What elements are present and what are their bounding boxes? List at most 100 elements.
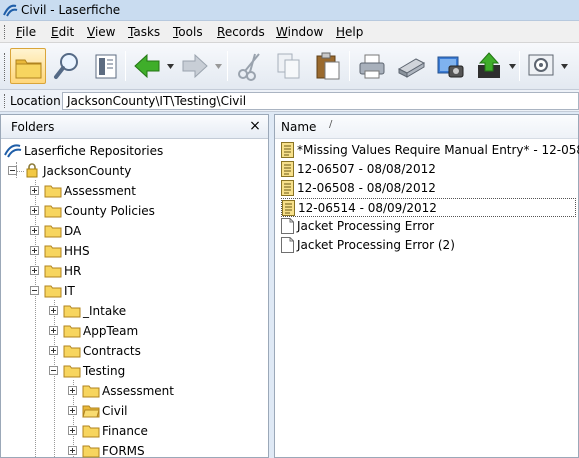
tree-expander[interactable]: [8, 166, 17, 175]
title-bar: Civil - Laserfiche: [0, 0, 579, 21]
tree-item-it[interactable]: IT: [4, 281, 264, 301]
toolbar-grip: [4, 53, 7, 81]
back-button[interactable]: [129, 48, 165, 84]
tree-expander[interactable]: [30, 226, 39, 235]
electronic-document-icon: [282, 200, 295, 216]
menu-help[interactable]: Help: [336, 25, 363, 39]
tree-expander[interactable]: [68, 446, 77, 455]
tree-expander[interactable]: [30, 206, 39, 215]
tree-item-label: DA: [64, 224, 82, 238]
snapshot-button[interactable]: [432, 48, 468, 84]
folder-browser-button[interactable]: [10, 48, 46, 84]
tree-item-label: HR: [64, 264, 82, 278]
tree-item-forms[interactable]: FORMS: [4, 441, 264, 458]
tree-expander[interactable]: [30, 266, 39, 275]
copy-button[interactable]: [271, 48, 307, 84]
chevron-down-icon[interactable]: [561, 64, 568, 70]
column-header-label: Name: [281, 120, 317, 134]
list-item[interactable]: *Missing Values Require Manual Entry* - …: [281, 141, 579, 160]
tree-item-testing[interactable]: Testing: [4, 361, 264, 381]
tree-item-da[interactable]: DA: [4, 221, 264, 241]
toolbar-separator: [519, 51, 520, 81]
tree-item-testing-assessment[interactable]: Assessment: [4, 381, 264, 401]
tree-expander[interactable]: [68, 386, 77, 395]
tree-item-jacksoncounty[interactable]: JacksonCounty: [4, 161, 264, 181]
list-item-label: 12-06508 - 08/08/2012: [297, 181, 436, 195]
menu-records[interactable]: Records: [217, 25, 265, 39]
folder-icon: [63, 325, 81, 338]
menu-view[interactable]: View: [87, 25, 115, 39]
tree-expander[interactable]: [49, 346, 58, 355]
electronic-document-icon: [281, 142, 294, 158]
tree-item-label: _Intake: [83, 304, 127, 318]
snapshot-icon: [437, 56, 464, 78]
list-item[interactable]: Jacket Processing Error: [281, 217, 576, 236]
tree-item-appteam[interactable]: AppTeam: [4, 321, 264, 341]
scan-button[interactable]: [393, 48, 429, 84]
forward-button[interactable]: [177, 48, 213, 84]
search-button[interactable]: [49, 48, 85, 84]
chevron-down-icon[interactable]: [509, 64, 516, 70]
menu-tasks[interactable]: Tasks: [128, 25, 160, 39]
cut-button[interactable]: [232, 48, 268, 84]
location-grip: [4, 94, 7, 108]
list-item[interactable]: Jacket Processing Error (2): [281, 236, 576, 255]
tree-item-label: Civil: [102, 404, 128, 418]
tree-item-intake[interactable]: _Intake: [4, 301, 264, 321]
print-icon: [359, 54, 385, 79]
tree-expander[interactable]: [30, 286, 39, 295]
paste-icon: [316, 52, 340, 80]
location-field[interactable]: JacksonCounty\IT\Testing\Civil: [62, 92, 579, 110]
menu-window[interactable]: Window: [276, 25, 323, 39]
tree-expander[interactable]: [30, 246, 39, 255]
window-title: Civil - Laserfiche: [21, 3, 121, 17]
sort-indicator-icon: /: [329, 119, 333, 130]
document-viewer-button[interactable]: [88, 48, 124, 84]
tree-item-civil[interactable]: Civil: [4, 401, 264, 421]
list-item-label: Jacket Processing Error: [297, 219, 435, 233]
list-item[interactable]: 12-06507 - 08/08/2012: [281, 160, 576, 179]
paste-button[interactable]: [310, 48, 346, 84]
tree-expander[interactable]: [49, 366, 58, 375]
menu-file[interactable]: File: [16, 25, 36, 39]
tree-item-label: County Policies: [64, 204, 155, 218]
folder-icon: [82, 445, 100, 458]
tree-item-assessment[interactable]: Assessment: [4, 181, 264, 201]
chevron-down-icon[interactable]: [215, 64, 222, 70]
tree-expander[interactable]: [49, 326, 58, 335]
tree-expander[interactable]: [68, 406, 77, 415]
import-button[interactable]: [471, 48, 507, 84]
tree-expander[interactable]: [30, 186, 39, 195]
folder-browser-icon: [15, 59, 42, 79]
tree-item-hhs[interactable]: HHS: [4, 241, 264, 261]
back-arrow-icon: [134, 53, 160, 79]
tree-item-county-policies[interactable]: County Policies: [4, 201, 264, 221]
tree-item-label: Contracts: [83, 344, 141, 358]
toolbar-separator: [125, 51, 126, 81]
cut-icon: [238, 53, 260, 81]
tree-item-hr[interactable]: HR: [4, 261, 264, 281]
tree-item-laserfiche-repositories[interactable]: Laserfiche Repositories: [4, 141, 264, 161]
list-item[interactable]: 12-06514 - 08/09/2012: [281, 198, 576, 217]
options-button[interactable]: [523, 48, 559, 84]
folders-pane-title: Folders: [11, 120, 55, 134]
chevron-down-icon[interactable]: [167, 64, 174, 70]
options-icon: [528, 54, 554, 76]
blank-document-icon: [281, 218, 294, 234]
folder-icon: [44, 245, 62, 258]
print-button[interactable]: [354, 48, 390, 84]
menu-edit[interactable]: Edit: [51, 25, 74, 39]
menu-bar: File Edit View Tasks Tools Records Windo…: [0, 21, 579, 43]
tree-item-finance[interactable]: Finance: [4, 421, 264, 441]
tree-item-label: Assessment: [64, 184, 136, 198]
electronic-document-icon: [281, 161, 294, 177]
column-header-name[interactable]: Name /: [275, 115, 578, 139]
close-icon[interactable]: ×: [247, 118, 263, 134]
menu-tools[interactable]: Tools: [173, 25, 203, 39]
tree-expander[interactable]: [68, 426, 77, 435]
tree-item-label: FORMS: [102, 444, 145, 458]
tree-item-contracts[interactable]: Contracts: [4, 341, 264, 361]
list-item[interactable]: 12-06508 - 08/08/2012: [281, 179, 576, 198]
tree-item-label: Assessment: [102, 384, 174, 398]
tree-expander[interactable]: [49, 306, 58, 315]
